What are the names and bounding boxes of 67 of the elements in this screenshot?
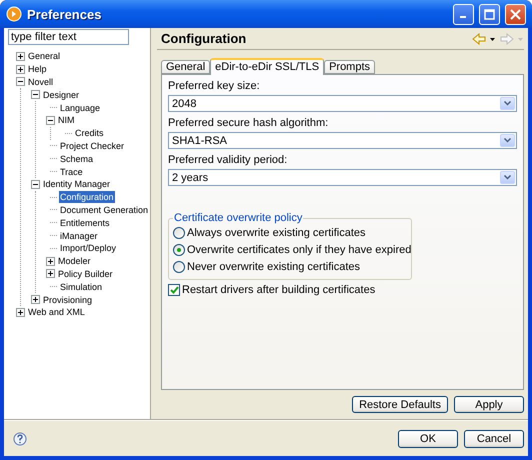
tree-item[interactable]: Configuration [59, 191, 115, 204]
chevron-down-icon[interactable] [500, 134, 515, 147]
page-button[interactable]: Apply [454, 396, 524, 413]
field-label: Preferred secure hash algorithm: [168, 116, 330, 130]
tree-item[interactable]: iManager [59, 230, 99, 242]
expand-icon[interactable] [31, 295, 40, 304]
radio-label: Never overwrite existing certificates [187, 260, 360, 272]
radio-label: Overwrite certificates only if they have expired [187, 244, 412, 256]
dropdown[interactable]: 2 years [168, 169, 517, 186]
tree-item[interactable]: Trace [59, 166, 84, 178]
app-icon [6, 6, 22, 22]
tree-item[interactable]: General [27, 50, 62, 62]
collapse-icon[interactable] [16, 77, 25, 86]
tree-item[interactable]: Credits [74, 127, 105, 140]
tree-item[interactable]: Document Generation [59, 204, 150, 216]
tree-item[interactable]: Policy Builder [57, 268, 114, 280]
tab[interactable]: Prompts [324, 60, 376, 74]
page-title: Configuration [161, 31, 248, 46]
close-button[interactable] [505, 4, 526, 24]
tree-item[interactable]: NIM [57, 114, 76, 126]
tab[interactable]: eDir-to-eDir SSL/TLS [210, 58, 324, 75]
chevron-down-icon[interactable] [500, 171, 515, 184]
checkbox-label: Restart drivers after building certificates [182, 284, 376, 296]
tree-item[interactable]: Project Checker [59, 140, 126, 152]
tree-item[interactable]: Designer [42, 88, 80, 101]
minimize-button[interactable] [453, 4, 474, 24]
tree-item[interactable]: Provisioning [42, 294, 94, 306]
page-button[interactable]: Restore Defaults [352, 396, 448, 413]
radio-label: Always overwrite existing certificates [187, 226, 366, 238]
field-label: Preferred validity period: [168, 153, 288, 167]
checkbox[interactable] [168, 284, 180, 296]
tab[interactable]: General [161, 60, 210, 74]
back-arrow-icon[interactable] [472, 32, 496, 44]
tree-item[interactable]: Schema [59, 152, 94, 165]
tree-item[interactable]: Identity Manager [42, 178, 112, 190]
radio-button[interactable] [173, 244, 185, 256]
expand-icon[interactable] [16, 52, 25, 61]
dropdown[interactable]: 2048 [168, 95, 517, 112]
maximize-button[interactable] [479, 4, 500, 24]
group-title: Certificate overwrite policy [173, 212, 304, 224]
close-icon [510, 8, 521, 20]
collapse-icon[interactable] [46, 116, 55, 125]
expand-icon[interactable] [46, 256, 55, 266]
tree-item[interactable]: Help [27, 63, 48, 76]
tree-item[interactable]: Simulation [59, 280, 104, 293]
filter-field[interactable]: type filter text [8, 29, 129, 45]
tree-item[interactable]: Import/Deploy [59, 242, 118, 254]
dialog-button[interactable]: Cancel [464, 430, 524, 448]
tree-item[interactable]: Novell [27, 76, 54, 88]
expand-icon[interactable] [46, 269, 55, 278]
help-icon[interactable] [13, 432, 27, 446]
chevron-down-icon[interactable] [500, 97, 515, 110]
radio-button[interactable] [173, 260, 185, 272]
radio-button[interactable] [173, 226, 185, 238]
expand-icon[interactable] [16, 308, 25, 317]
tree-item[interactable]: Entitlements [59, 216, 111, 229]
tree-item[interactable]: Language [59, 102, 102, 114]
expand-icon[interactable] [16, 64, 25, 74]
dialog-button[interactable]: OK [398, 430, 458, 448]
collapse-icon[interactable] [31, 180, 40, 189]
tree-item[interactable]: Web and XML [27, 306, 86, 318]
tree-item[interactable]: Modeler [57, 255, 92, 268]
maximize-icon [484, 8, 495, 20]
window-title: Preferences [27, 6, 102, 22]
field-label: Preferred key size: [168, 79, 261, 93]
dropdown[interactable]: SHA1-RSA [168, 132, 517, 149]
collapse-icon[interactable] [31, 90, 40, 100]
